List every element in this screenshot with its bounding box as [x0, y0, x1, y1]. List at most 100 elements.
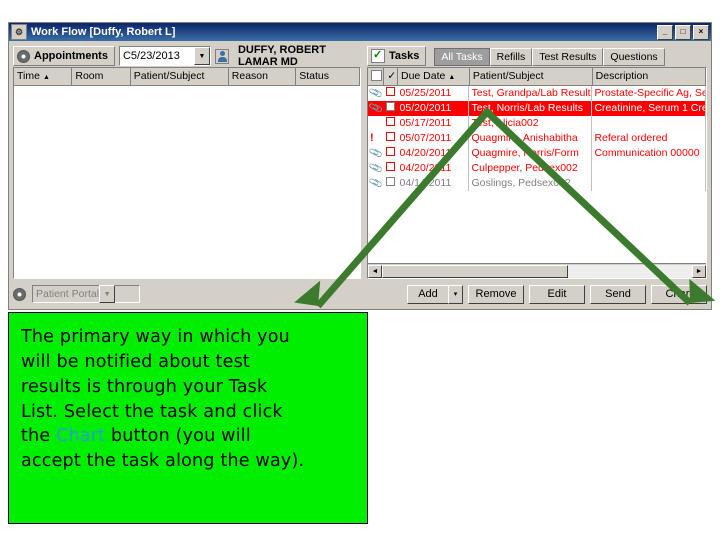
scroll-track[interactable] — [382, 264, 692, 278]
appointments-title-badge[interactable]: Appointments — [13, 46, 115, 66]
description-cell: Referal ordered — [592, 131, 706, 146]
patient-subject-cell: Culpepper, Pedsex002 — [469, 161, 593, 176]
window-body: Appointments C5/23/2013 ▼ DUFFY, ROBERT … — [9, 41, 711, 309]
description-cell — [592, 176, 706, 191]
appointments-grid-body[interactable] — [14, 86, 360, 278]
tasks-grid-header: ✓ Due Date ▲ Patient/Subject Description — [368, 68, 706, 86]
callout-line-5-pre: the — [21, 426, 57, 447]
maximize-button[interactable]: □ — [675, 24, 691, 40]
attachment-cell: 📎 — [368, 161, 384, 176]
due-date-cell: 04/20/2011 — [398, 146, 470, 161]
appointments-grid[interactable]: Time ▲ Room Patient/Subject Reason Status — [13, 67, 361, 279]
column-header-due-date[interactable]: Due Date ▲ — [398, 68, 470, 85]
column-header-status[interactable]: Status — [296, 68, 360, 85]
patient-subject-cell: Test, Alicia002 — [469, 116, 593, 131]
table-row[interactable]: 05/17/2011 Test, Alicia002 — [368, 116, 706, 131]
complete-checkbox-cell[interactable] — [384, 176, 397, 191]
column-header-task-patient-subject[interactable]: Patient/Subject — [469, 68, 593, 85]
complete-checkbox-cell[interactable] — [384, 146, 397, 161]
column-header-attachment[interactable] — [368, 68, 385, 85]
tasks-horizontal-scrollbar[interactable]: ◄ ► — [368, 263, 706, 278]
close-button[interactable]: × — [693, 24, 709, 40]
paperclip-icon: 📎 — [368, 176, 384, 191]
appointments-footer: Patient Portal ▼ — [13, 283, 361, 305]
appointments-grid-header: Time ▲ Room Patient/Subject Reason Status — [14, 68, 360, 86]
complete-checkbox-cell[interactable] — [384, 101, 397, 116]
table-row[interactable]: 📎 04/20/2011 Quagmire, Norris/Form Commu… — [368, 146, 706, 161]
tab-refills[interactable]: Refills — [489, 48, 533, 66]
tasks-grid-body[interactable]: 📎 05/25/2011 Test, Grandpa/Lab Results P… — [368, 86, 706, 263]
add-dropdown-icon[interactable]: ▾ — [448, 284, 463, 304]
due-date-cell: 04/14/2011 — [398, 176, 470, 191]
window-title: Work Flow [Duffy, Robert L] — [31, 26, 176, 38]
table-row[interactable]: 📎 04/20/2011 Culpepper, Pedsex002 — [368, 161, 706, 176]
appointment-date-combo[interactable]: C5/23/2013 ▼ — [118, 46, 211, 66]
edit-button[interactable]: Edit — [529, 284, 585, 304]
patient-subject-cell: Test, Norris/Lab Results — [469, 101, 593, 116]
callout-line-3: results is through your Task — [21, 376, 268, 397]
paperclip-icon: 📎 — [368, 86, 384, 101]
callout-box: The primary way in which you will be not… — [8, 312, 368, 524]
scroll-right-icon[interactable]: ► — [692, 264, 706, 278]
chevron-down-icon[interactable]: ▼ — [99, 285, 116, 303]
column-header-time[interactable]: Time ▲ — [14, 68, 73, 85]
work-flow-window: ⚙ Work Flow [Duffy, Robert L] _ □ × Appo… — [8, 22, 712, 310]
column-header-reason[interactable]: Reason — [228, 68, 297, 85]
scroll-thumb[interactable] — [382, 264, 568, 278]
tasks-header: Tasks All Tasks Refills Test Results Que… — [367, 45, 707, 67]
attachment-cell: 📎 — [368, 101, 384, 116]
callout-chart-keyword: Chart — [56, 426, 106, 447]
remove-button[interactable]: Remove — [468, 284, 524, 304]
patient-subject-cell: Goslings, Pedsex002 — [469, 176, 593, 191]
window-controls: _ □ × — [657, 24, 709, 40]
add-button[interactable]: Add — [407, 284, 449, 304]
tasks-grid[interactable]: ✓ Due Date ▲ Patient/Subject Description … — [367, 67, 707, 279]
description-cell: Prostate-Specific Ag, Seru — [594, 86, 706, 101]
tasks-panel: Tasks All Tasks Refills Test Results Que… — [367, 45, 707, 305]
patient-portal-value: Patient Portal — [36, 288, 100, 300]
callout-line-2: will be notified about test — [21, 351, 250, 372]
attachment-cell: 📎 — [368, 86, 384, 101]
callout-line-4: List. Select the task and click — [21, 401, 283, 422]
tab-all-tasks[interactable]: All Tasks — [434, 48, 490, 66]
tasks-title-badge[interactable]: Tasks — [367, 46, 427, 66]
settings-gear-icon[interactable] — [13, 287, 26, 301]
table-row[interactable]: 📎 04/14/2011 Goslings, Pedsex002 — [368, 176, 706, 191]
screenshot-root: ⚙ Work Flow [Duffy, Robert L] _ □ × Appo… — [0, 0, 720, 540]
paperclip-icon: 📎 — [368, 146, 384, 161]
table-row[interactable]: 📎 05/25/2011 Test, Grandpa/Lab Results P… — [368, 86, 706, 101]
due-date-cell: 04/20/2011 — [398, 161, 470, 176]
column-header-complete[interactable]: ✓ — [384, 68, 398, 85]
send-button[interactable]: Send — [590, 284, 646, 304]
tab-questions[interactable]: Questions — [603, 48, 665, 66]
column-header-room[interactable]: Room — [72, 68, 131, 85]
callout-line-1: The primary way in which you — [21, 327, 290, 347]
tab-test-results[interactable]: Test Results — [532, 48, 604, 66]
description-cell: Communication 00000 — [592, 146, 706, 161]
callout-line-5-post: button (you will — [105, 426, 251, 447]
description-cell: Creatinine, Serum 1 Creat — [594, 101, 706, 116]
due-date-cell: 05/20/2011 — [398, 101, 470, 116]
description-cell — [592, 161, 706, 176]
complete-checkbox-cell[interactable] — [384, 116, 397, 131]
attachment-cell — [368, 116, 384, 131]
complete-checkbox-cell[interactable] — [384, 131, 397, 146]
minimize-button[interactable]: _ — [657, 24, 673, 40]
chevron-down-icon[interactable]: ▼ — [193, 47, 210, 65]
patient-subject-cell: Quagmire, Anishabitha — [469, 131, 593, 146]
paperclip-icon: 📎 — [368, 101, 384, 116]
description-cell — [592, 116, 706, 131]
table-row[interactable]: ! 05/07/2011 Quagmire, Anishabitha Refer… — [368, 131, 706, 146]
column-header-description[interactable]: Description — [592, 68, 706, 85]
complete-checkbox-cell[interactable] — [384, 86, 397, 101]
patient-portal-combo[interactable]: Patient Portal ▼ — [32, 285, 140, 303]
complete-checkbox-cell[interactable] — [384, 161, 397, 176]
table-row[interactable]: 📎 05/20/2011 Test, Norris/Lab Results Cr… — [368, 101, 706, 116]
patient-subject-cell: Test, Grandpa/Lab Results — [471, 86, 593, 101]
column-header-patient-subject[interactable]: Patient/Subject — [130, 68, 229, 85]
appointments-label: Appointments — [34, 50, 108, 62]
scroll-left-icon[interactable]: ◄ — [368, 264, 382, 278]
chart-button[interactable]: Chart — [651, 284, 707, 304]
person-icon — [214, 48, 229, 64]
callout-line-6: accept the task along the way). — [21, 451, 305, 472]
